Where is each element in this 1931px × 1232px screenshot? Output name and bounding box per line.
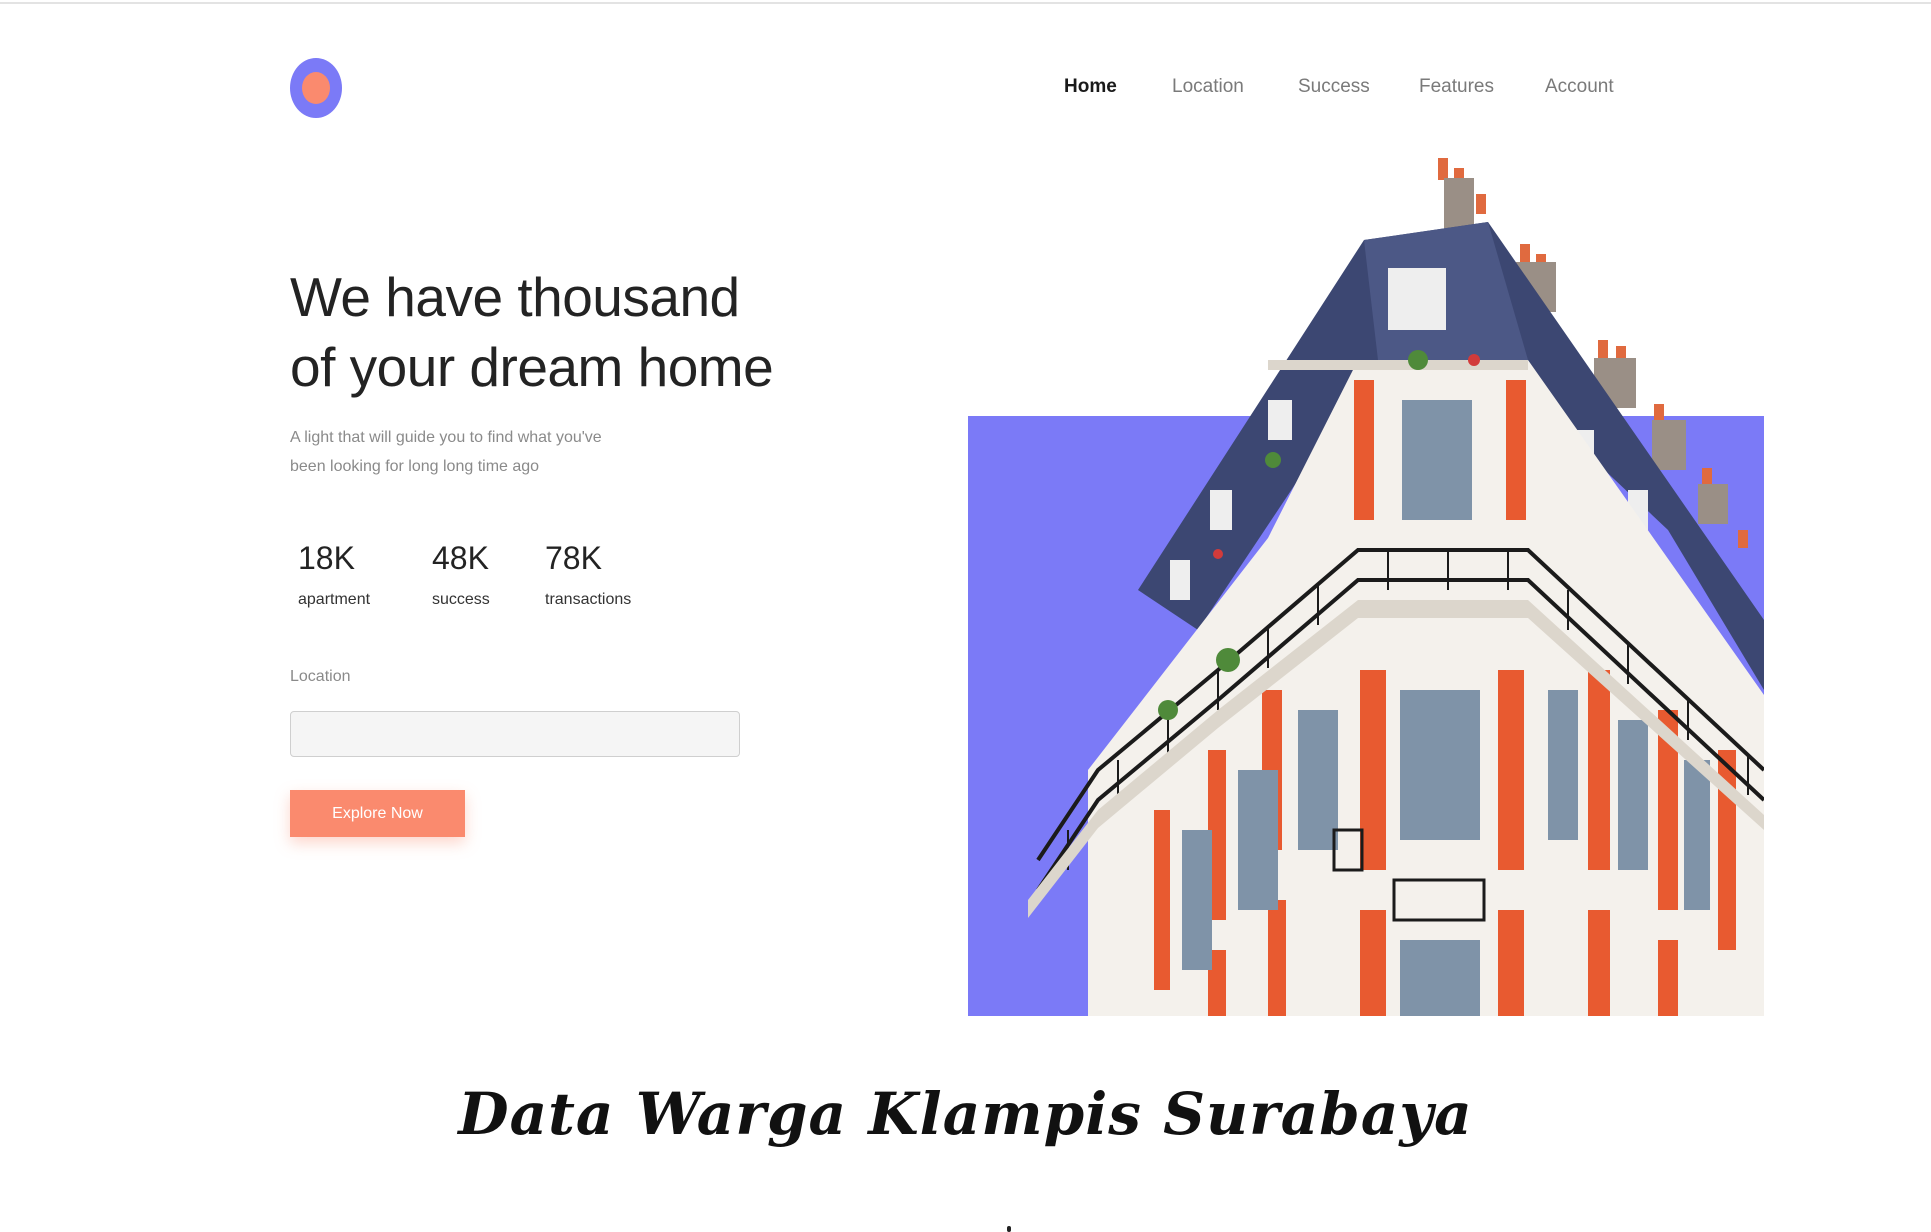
explore-now-button[interactable]: Explore Now [290, 790, 465, 837]
hero-subtitle-line1: A light that will guide you to find what… [290, 429, 602, 446]
stat-value: 48K [432, 540, 489, 576]
hero-subtitle-line2: been looking for long long time ago [290, 458, 540, 475]
hero-subtitle: A light that will guide you to find what… [290, 423, 670, 481]
nav-item-features[interactable]: Features [1419, 76, 1494, 98]
stat-label: apartment [298, 591, 371, 608]
building-photo [1028, 158, 1764, 1016]
nav-item-success[interactable]: Success [1298, 76, 1370, 98]
stat-success: 48K success [432, 538, 490, 610]
stat-label: success [432, 591, 490, 608]
stat-value: 18K [298, 540, 355, 576]
main-nav: Home Location Success Features Account [0, 76, 1931, 102]
location-label: Location [290, 668, 351, 685]
top-border [0, 2, 1931, 4]
stat-transactions: 78K transactions [545, 538, 631, 610]
stat-label: transactions [545, 591, 632, 608]
script-dot [1007, 1226, 1011, 1232]
stat-apartment: 18K apartment [298, 538, 370, 610]
location-input[interactable] [290, 711, 740, 757]
stat-value: 78K [545, 540, 602, 576]
hero-headline: We have thousand of your dream home [290, 262, 810, 402]
nav-item-account[interactable]: Account [1545, 76, 1614, 98]
hero-headline-line2: of your dream home [290, 336, 774, 398]
nav-item-home[interactable]: Home [1064, 76, 1117, 98]
hero-headline-line1: We have thousand [290, 266, 740, 328]
section-title: Data Warga Klampis Surabaya [458, 1080, 1473, 1148]
nav-item-location[interactable]: Location [1172, 76, 1244, 98]
